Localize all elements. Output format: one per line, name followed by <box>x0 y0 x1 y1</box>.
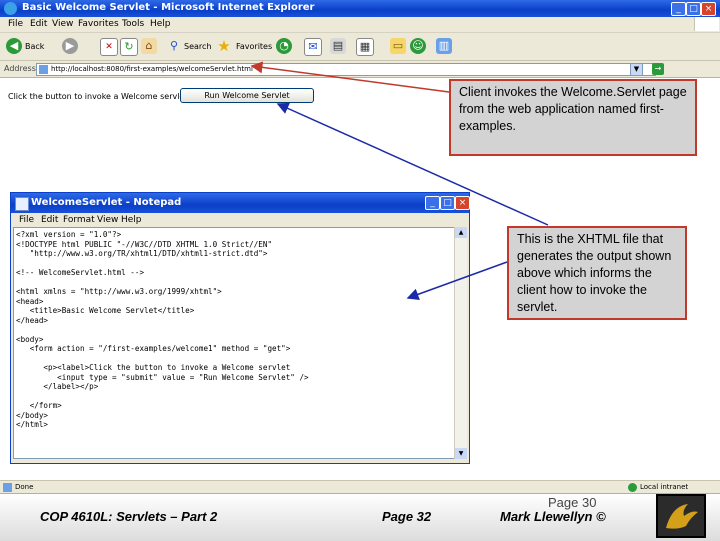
close-button[interactable]: × <box>701 2 716 16</box>
ie-toolbar: ◀ Back ▶ ✕ ↻ ⌂ ⚲ Search ★ Favorites ◔ ✉ … <box>0 33 720 61</box>
history-icon[interactable]: ◔ <box>276 38 292 54</box>
search-label[interactable]: Search <box>184 42 211 51</box>
minimize-button[interactable]: _ <box>671 2 686 16</box>
ie-title-bar: Basic Welcome Servlet - Microsoft Intern… <box>0 0 720 17</box>
menu-favorites[interactable]: Favorites <box>78 19 119 29</box>
code-line: <html xmlns = "http://www.w3.org/1999/xh… <box>16 287 222 296</box>
favorites-label[interactable]: Favorites <box>236 42 272 51</box>
edit-icon[interactable]: ▦ <box>356 38 374 56</box>
mail-icon[interactable]: ✉ <box>304 38 322 56</box>
footer-course: COP 4610L: Servlets – Part 2 <box>40 509 218 524</box>
menu-view[interactable]: View <box>52 19 73 29</box>
notepad-window: WelcomeServlet - Notepad _ □ × File Edit… <box>10 192 470 464</box>
notepad-menu-bar: File Edit Format View Help <box>11 213 469 227</box>
address-label: Address <box>4 64 36 73</box>
notepad-maximize-button[interactable]: □ <box>440 196 455 210</box>
ie-app-icon <box>4 2 17 15</box>
home-icon[interactable]: ⌂ <box>141 38 157 54</box>
stop-icon[interactable]: ✕ <box>100 38 118 56</box>
done-icon <box>3 483 12 492</box>
code-line: </head> <box>16 315 49 325</box>
np-menu-format[interactable]: Format <box>63 215 95 225</box>
back-label[interactable]: Back <box>25 42 44 51</box>
messenger-icon[interactable]: ☺ <box>410 38 426 54</box>
np-menu-view[interactable]: View <box>97 215 118 225</box>
footer-page-overlay: Page 30 <box>548 495 597 510</box>
notepad-title-bar: WelcomeServlet - Notepad _ □ × <box>11 193 470 213</box>
np-menu-edit[interactable]: Edit <box>41 215 58 225</box>
code-line: </body> <box>16 410 49 420</box>
research-icon[interactable]: ▥ <box>436 38 452 54</box>
ucf-pegasus-logo <box>656 494 706 538</box>
code-line: </label></p> <box>16 382 99 391</box>
code-line: <!DOCTYPE html PUBLIC "-//W3C//DTD XHTML… <box>16 239 273 249</box>
menu-edit[interactable]: Edit <box>30 19 47 29</box>
favorites-star-icon[interactable]: ★ <box>216 38 232 54</box>
code-line: </form> <box>16 401 62 410</box>
page-icon <box>39 65 48 74</box>
callout-xhtml-file: This is the XHTML file that generates th… <box>507 226 687 320</box>
notepad-text-area[interactable]: <?xml version = "1.0"?> <!DOCTYPE html PU… <box>13 227 457 459</box>
menu-help[interactable]: Help <box>150 19 171 29</box>
scroll-up-icon[interactable]: ▲ <box>455 227 467 238</box>
code-line: <!-- WelcomeServlet.html --> <box>16 268 145 277</box>
maximize-button[interactable]: □ <box>686 2 701 16</box>
notepad-app-icon <box>15 197 29 211</box>
go-button[interactable]: → <box>652 63 664 75</box>
code-line: <p><label>Click the button to invoke a W… <box>16 363 291 372</box>
status-done: Done <box>15 483 34 491</box>
callout-client-invokes: Client invokes the Welcome.Servlet page … <box>449 79 697 156</box>
menu-file[interactable]: File <box>8 19 23 29</box>
slide-footer: COP 4610L: Servlets – Part 2 Page 32 Mar… <box>0 493 720 541</box>
code-line: </html> <box>16 420 49 429</box>
code-line: <title>Basic Welcome Servlet</title> <box>16 306 195 315</box>
folder-icon[interactable]: ▭ <box>390 38 406 54</box>
notepad-title: WelcomeServlet - Notepad <box>31 197 182 208</box>
scroll-down-icon[interactable]: ▼ <box>455 448 467 459</box>
code-line: <?xml version = "1.0"?> <box>16 230 122 239</box>
back-arrow-icon[interactable]: ◀ <box>6 38 22 54</box>
ie-status-bar: Done Local intranet <box>0 480 720 494</box>
code-line: <body> <box>16 334 44 344</box>
code-line: <form action = "/first-examples/welcome1… <box>16 344 291 353</box>
np-menu-file[interactable]: File <box>19 215 34 225</box>
run-welcome-servlet-button[interactable]: Run Welcome Servlet <box>180 88 314 103</box>
search-icon[interactable]: ⚲ <box>166 38 182 54</box>
intranet-icon <box>628 483 637 492</box>
notepad-minimize-button[interactable]: _ <box>425 196 440 210</box>
forward-arrow-icon[interactable]: ▶ <box>62 38 78 54</box>
notepad-close-button[interactable]: × <box>455 196 470 210</box>
windows-logo-icon <box>694 17 719 31</box>
footer-page: Page 32 <box>382 509 432 524</box>
address-text: http://localhost:8080/first-examples/wel… <box>51 65 253 73</box>
code-line: "http://www.w3.org/TR/xhtml1/DTD/xhtml1-… <box>16 249 268 258</box>
footer-author: Mark Llewellyn © <box>500 509 606 524</box>
menu-tools[interactable]: Tools <box>122 19 144 29</box>
address-dropdown-icon[interactable]: ▼ <box>630 63 643 76</box>
address-field[interactable]: http://localhost:8080/first-examples/wel… <box>36 63 656 76</box>
refresh-icon[interactable]: ↻ <box>120 38 138 56</box>
code-line: <input type = "submit" value = "Run Welc… <box>16 372 309 382</box>
page-prompt-text: Click the button to invoke a Welcome ser… <box>8 92 188 101</box>
ie-menu-bar: File Edit View Favorites Tools Help <box>0 17 720 33</box>
ie-window-title: Basic Welcome Servlet - Microsoft Intern… <box>22 2 315 13</box>
notepad-scrollbar[interactable]: ▲ ▼ <box>454 227 467 459</box>
ie-address-bar: Address http://localhost:8080/first-exam… <box>0 61 720 78</box>
status-zone: Local intranet <box>640 483 689 491</box>
code-line: <head> <box>16 296 44 306</box>
np-menu-help[interactable]: Help <box>121 215 142 225</box>
print-icon[interactable]: ▤ <box>330 38 346 54</box>
